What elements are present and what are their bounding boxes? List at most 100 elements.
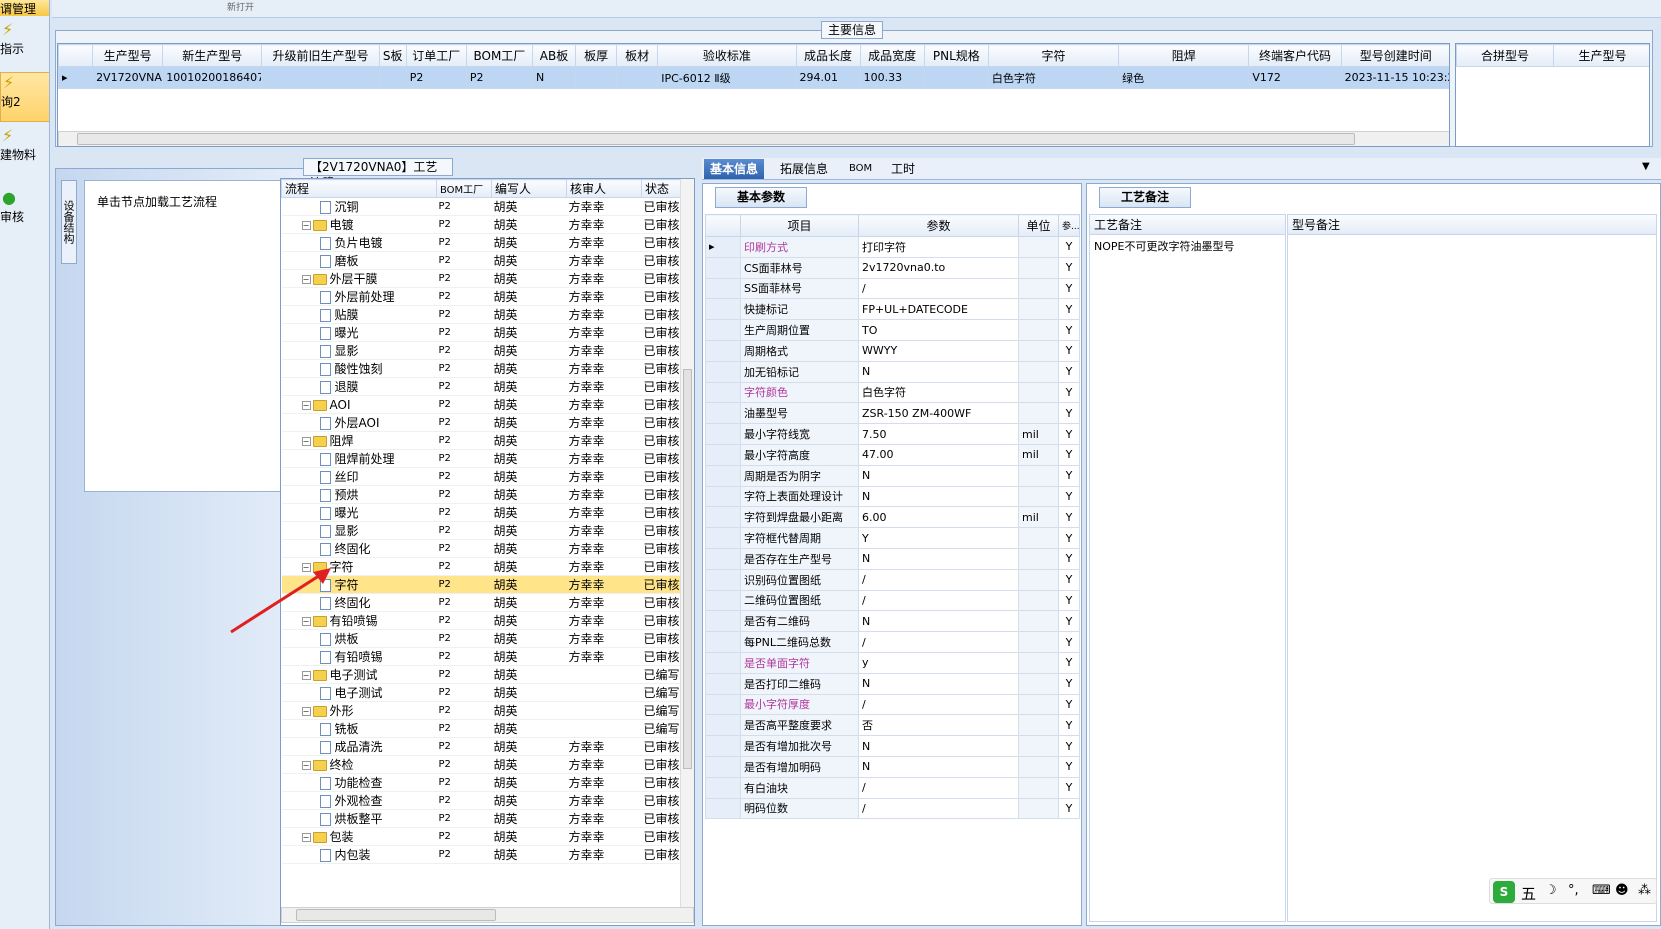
param-row[interactable]: SS面菲林号 / Y (705, 277, 1080, 300)
param-flag[interactable]: Y (1058, 319, 1080, 341)
flow-row[interactable]: 铣板 P2 胡英 已编写 (281, 719, 681, 738)
flow-row[interactable]: 外观检查 P2 胡英 方幸幸 已审核 (281, 791, 681, 810)
row-indicator[interactable] (705, 423, 741, 445)
flow-row[interactable]: 曝光 P2 胡英 方幸幸 已审核 (281, 323, 681, 342)
collapse-toggle-icon[interactable]: − (301, 833, 311, 842)
param-value[interactable]: / (858, 568, 1019, 591)
row-indicator[interactable]: ▸ (705, 236, 741, 258)
keyboard-icon[interactable]: ⌨ (1592, 883, 1611, 898)
col-header-merge-model[interactable]: 合拼型号 (1456, 44, 1554, 67)
flow-row[interactable]: 贴膜 P2 胡英 方幸幸 已审核 (281, 305, 681, 324)
nav-item-instructions[interactable]: ⚡ 指示 (0, 20, 49, 70)
col-header-production-model[interactable]: 生产型号 (1553, 44, 1649, 67)
main-cell[interactable]: V172 (1248, 66, 1342, 89)
param-flag[interactable]: Y (1058, 797, 1080, 820)
param-value[interactable]: N (858, 485, 1019, 508)
col-header-reviewer[interactable]: 核审人 (566, 179, 642, 198)
param-row[interactable]: 是否高平整度要求否 Y (705, 714, 1080, 737)
flow-row[interactable]: − 终检 P2 胡英 方幸幸 已审核 (281, 755, 681, 774)
col-header-unit[interactable]: 单位 (1018, 214, 1059, 237)
row-indicator[interactable] (705, 631, 741, 653)
param-value[interactable]: N (858, 547, 1019, 570)
param-row[interactable]: 明码位数 / Y (705, 797, 1080, 820)
flow-row[interactable]: 磨板 P2 胡英 方幸幸 已审核 (281, 251, 681, 270)
param-row[interactable]: 最小字符线宽 7.50 mil Y (705, 423, 1080, 445)
main-hscrollbar[interactable] (58, 131, 1449, 146)
row-indicator[interactable] (705, 360, 741, 383)
row-indicator[interactable] (705, 402, 741, 425)
col-header-main[interactable]: 板材 (616, 44, 659, 67)
col-header-status[interactable]: 状态 (641, 179, 681, 198)
param-row[interactable]: 字符颜色 白色字符 Y (705, 381, 1080, 404)
row-indicator[interactable] (705, 651, 741, 674)
col-header-writer[interactable]: 编写人 (491, 179, 567, 198)
param-value[interactable]: N (858, 610, 1019, 633)
param-value[interactable]: / (858, 277, 1019, 300)
param-value[interactable]: Y (858, 527, 1019, 549)
main-cell[interactable]: P2 (465, 66, 533, 89)
row-indicator[interactable] (705, 319, 741, 341)
param-row[interactable]: 识别码位置图纸 / Y (705, 568, 1080, 591)
ime-toolbar[interactable]: S 五 ☽ °, ⌨ ☻ ⁂ (1489, 878, 1657, 904)
flow-row[interactable]: 终固化 P2 胡英 方幸幸 已审核 (281, 539, 681, 558)
col-header-flag[interactable]: 参... (1058, 214, 1080, 237)
col-header-bom-factory[interactable]: BOM工厂 (436, 179, 492, 198)
param-row[interactable]: 生产周期位置 TO Y (705, 319, 1080, 341)
scroll-thumb[interactable] (296, 909, 496, 921)
row-indicator[interactable]: ▸ (58, 66, 94, 89)
flow-row[interactable]: 显影 P2 胡英 方幸幸 已审核 (281, 341, 681, 360)
param-flag[interactable]: Y (1058, 298, 1080, 321)
flow-row[interactable]: 丝印 P2 胡英 方幸幸 已审核 (281, 467, 681, 486)
top-tab-label[interactable]: 新打开 (227, 0, 254, 13)
row-indicator[interactable] (705, 610, 741, 633)
param-value[interactable]: 白色字符 (858, 381, 1019, 404)
param-flag[interactable]: Y (1058, 443, 1080, 466)
main-cell[interactable]: IPC-6012 Ⅱ级 (657, 66, 797, 89)
row-indicator[interactable] (705, 547, 741, 570)
flow-row[interactable]: 阻焊前处理 P2 胡英 方幸幸 已审核 (281, 449, 681, 468)
chevron-down-icon[interactable]: ▼ (1642, 161, 1650, 172)
flow-row[interactable]: − 电子测试 P2 胡英 已编写 (281, 665, 681, 684)
flow-row[interactable]: 有铅喷锡 P2 胡英 方幸幸 已审核 (281, 647, 681, 666)
param-value[interactable]: y (858, 651, 1019, 674)
param-flag[interactable]: Y (1058, 568, 1080, 591)
param-flag[interactable]: Y (1058, 506, 1080, 529)
main-cell[interactable] (923, 66, 989, 89)
param-flag[interactable]: Y (1058, 423, 1080, 445)
param-value[interactable]: / (858, 797, 1019, 820)
row-indicator[interactable] (705, 506, 741, 529)
col-header-main[interactable]: 升级前旧生产型号 (261, 44, 380, 67)
col-header-process-note[interactable]: 工艺备注 (1090, 215, 1285, 235)
param-value[interactable]: / (858, 589, 1019, 612)
flow-row[interactable]: 负片电镀 P2 胡英 方幸幸 已审核 (281, 233, 681, 252)
row-indicator[interactable] (705, 381, 741, 404)
col-header-main[interactable]: 订单工厂 (405, 44, 467, 67)
flow-row[interactable]: 曝光 P2 胡英 方幸幸 已审核 (281, 503, 681, 522)
main-cell[interactable]: 绿色 (1118, 66, 1250, 89)
col-header-main[interactable]: 终端客户代码 (1248, 44, 1342, 67)
col-header-main[interactable]: 字符 (987, 44, 1120, 67)
nav-item-create-material[interactable]: ⚡ 建物料 (0, 126, 49, 176)
flow-row[interactable]: 成品清洗 P2 胡英 方幸幸 已审核 (281, 737, 681, 756)
param-row[interactable]: 每PNL二维码总数 / Y (705, 631, 1080, 653)
param-row[interactable]: 最小字符高度 47.00 mil Y (705, 443, 1080, 466)
row-indicator[interactable] (705, 256, 741, 279)
flow-vscrollbar[interactable] (680, 179, 694, 907)
nav-item-query2[interactable]: ⚡ 询2 (0, 72, 49, 122)
nav-item-review[interactable]: ● 审核 (0, 188, 49, 228)
grid-icon[interactable]: ⁂ (1638, 883, 1651, 898)
flow-row[interactable]: 显影 P2 胡英 方幸幸 已审核 (281, 521, 681, 540)
row-indicator[interactable] (705, 693, 741, 716)
param-flag[interactable]: Y (1058, 672, 1080, 695)
row-indicator[interactable] (705, 485, 741, 508)
param-row[interactable]: 是否打印二维码 N Y (705, 672, 1080, 695)
col-header-main[interactable]: 验收标准 (657, 44, 797, 67)
flow-row[interactable]: − 外形 P2 胡英 已编写 (281, 701, 681, 720)
param-flag[interactable]: Y (1058, 693, 1080, 716)
main-cell[interactable]: 2V1720VNA0 (92, 66, 164, 89)
param-flag[interactable]: Y (1058, 485, 1080, 508)
row-indicator[interactable] (705, 568, 741, 591)
col-header-main[interactable]: 板厚 (575, 44, 618, 67)
param-row[interactable]: 是否有二维码 N Y (705, 610, 1080, 633)
collapse-toggle-icon[interactable]: − (301, 400, 311, 410)
